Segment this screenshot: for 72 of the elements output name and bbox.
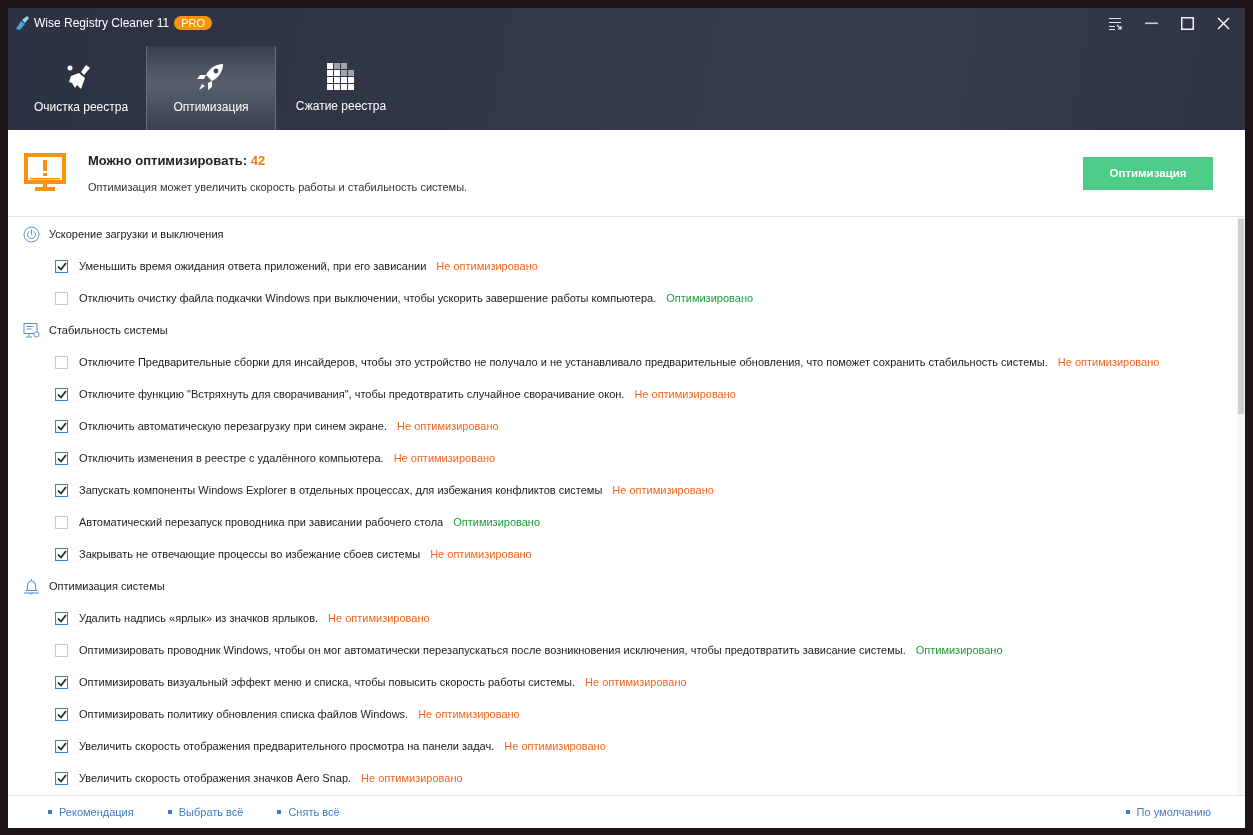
minimize-icon — [1144, 21, 1158, 25]
footer-link[interactable]: Снять всё — [277, 806, 340, 818]
monitor-warning-icon — [24, 153, 66, 193]
checkbox[interactable] — [55, 259, 68, 273]
close-icon — [1216, 16, 1230, 30]
pro-badge: PRO — [174, 16, 212, 30]
checkbox[interactable] — [55, 643, 68, 657]
checkbox[interactable] — [55, 387, 68, 401]
option-label: Отключить очистку файла подкачки Windows при выключении, чтобы ускорить завершение работы компьютера. — [79, 292, 657, 304]
option-label: Закрывать не отвечающие процессы во избежание сбоев системы — [79, 548, 421, 560]
optimizable-count: 42 — [250, 153, 266, 168]
optimization-status: Не оптимизировано — [634, 388, 736, 400]
nav-tab[interactable]: Оптимизация — [146, 46, 276, 130]
rocket-icon — [196, 62, 226, 92]
nav-tab[interactable]: Сжатие реестра — [276, 46, 406, 130]
option-label: Уменьшить время ожидания ответа приложений, при его зависании — [79, 260, 427, 272]
option-label: Увеличить скорость отображения предварительного просмотра на панели задач. — [79, 740, 495, 752]
summary-description: Оптимизация может увеличить скорость работы и стабильность системы. — [88, 181, 468, 193]
checkbox[interactable] — [55, 675, 68, 689]
default-link[interactable]: По умолчанию — [1125, 806, 1211, 818]
optimization-status: Не оптимизировано — [504, 740, 606, 752]
option-label: Отключить автоматическую перезагрузку при синем экране. — [79, 420, 388, 432]
power-icon — [23, 225, 40, 243]
bell-icon — [23, 577, 40, 595]
checkbox[interactable] — [55, 355, 68, 369]
grid-blocks-icon — [327, 63, 355, 91]
option-label: Отключите Предварительные сборки для инсайдеров, чтобы это устройство не получало и не устанавливало предварительные обновления, что поможет сохранить стабильность системы. — [79, 356, 1048, 368]
scrollbar[interactable] — [1237, 217, 1245, 795]
option-label: Оптимизировать визуальный эффект меню и списка, чтобы повысить скорость работы системы. — [79, 676, 576, 688]
optimization-status: Не оптимизировано — [430, 548, 532, 560]
optimization-status: Не оптимизировано — [585, 676, 687, 688]
checkbox[interactable] — [55, 483, 68, 497]
option-label: Оптимизировать политику обновления списка файлов Windows. — [79, 708, 409, 720]
app-logo-icon — [14, 15, 30, 31]
summary-title: Можно оптимизировать: — [88, 153, 248, 168]
checkbox[interactable] — [55, 611, 68, 625]
optimization-status: Не оптимизировано — [393, 452, 496, 464]
optimization-status: Оптимизировано — [453, 516, 541, 528]
window-title: Wise Registry Cleaner 11 — [34, 16, 170, 30]
checkbox[interactable] — [55, 771, 68, 785]
checkbox[interactable] — [55, 291, 68, 305]
menu-icon — [1108, 16, 1122, 30]
checkbox[interactable] — [55, 547, 68, 561]
optimization-status: Не оптимизировано — [361, 772, 463, 784]
optimization-status: Не оптимизировано — [1057, 356, 1160, 368]
option-label: Увеличить скорость отображения значков Aero Snap. — [79, 772, 352, 784]
section-title: Стабильность системы — [49, 324, 168, 336]
option-label: Запускать компоненты Windows Explorer в отдельных процессах, для избежания конфликтов системы — [79, 484, 603, 496]
option-label: Оптимизировать проводник Windows, чтобы он мог автоматически перезапускаться после возникновения исключения, чтобы предотвратить зависание системы. — [79, 644, 906, 656]
option-label: Отключить изменения в реестре с удалённого компьютера. — [79, 452, 384, 464]
optimization-status: Оптимизировано — [666, 292, 754, 304]
monitor-settings-icon — [23, 321, 40, 339]
optimization-status: Не оптимизировано — [612, 484, 714, 496]
optimization-status: Не оптимизировано — [436, 260, 538, 272]
optimization-status: Не оптимизировано — [397, 420, 499, 432]
option-label: Автоматический перезапуск проводника при зависании рабочего стола — [79, 516, 444, 528]
optimization-status: Не оптимизировано — [328, 612, 430, 624]
option-label: Удалить надпись «ярлык» из значков ярлыков. — [79, 612, 319, 624]
section-title: Ускорение загрузки и выключения — [49, 228, 224, 240]
optimization-status: Оптимизировано — [915, 644, 1003, 656]
checkbox[interactable] — [55, 515, 68, 529]
footer-link[interactable]: Выбрать всё — [167, 806, 244, 818]
checkbox[interactable] — [55, 707, 68, 721]
optimization-status: Не оптимизировано — [418, 708, 520, 720]
checkbox[interactable] — [55, 739, 68, 753]
option-label: Отключите функцию "Встряхнуть для сворачивания", чтобы предотвратить случайное сворачивание окон. — [79, 388, 625, 400]
checkbox[interactable] — [55, 419, 68, 433]
nav-tab[interactable]: Очистка реестра — [16, 46, 146, 130]
checkbox[interactable] — [55, 451, 68, 465]
section-title: Оптимизация системы — [49, 580, 165, 592]
footer-link[interactable]: Рекомендация — [48, 806, 134, 818]
maximize-icon — [1180, 16, 1194, 30]
